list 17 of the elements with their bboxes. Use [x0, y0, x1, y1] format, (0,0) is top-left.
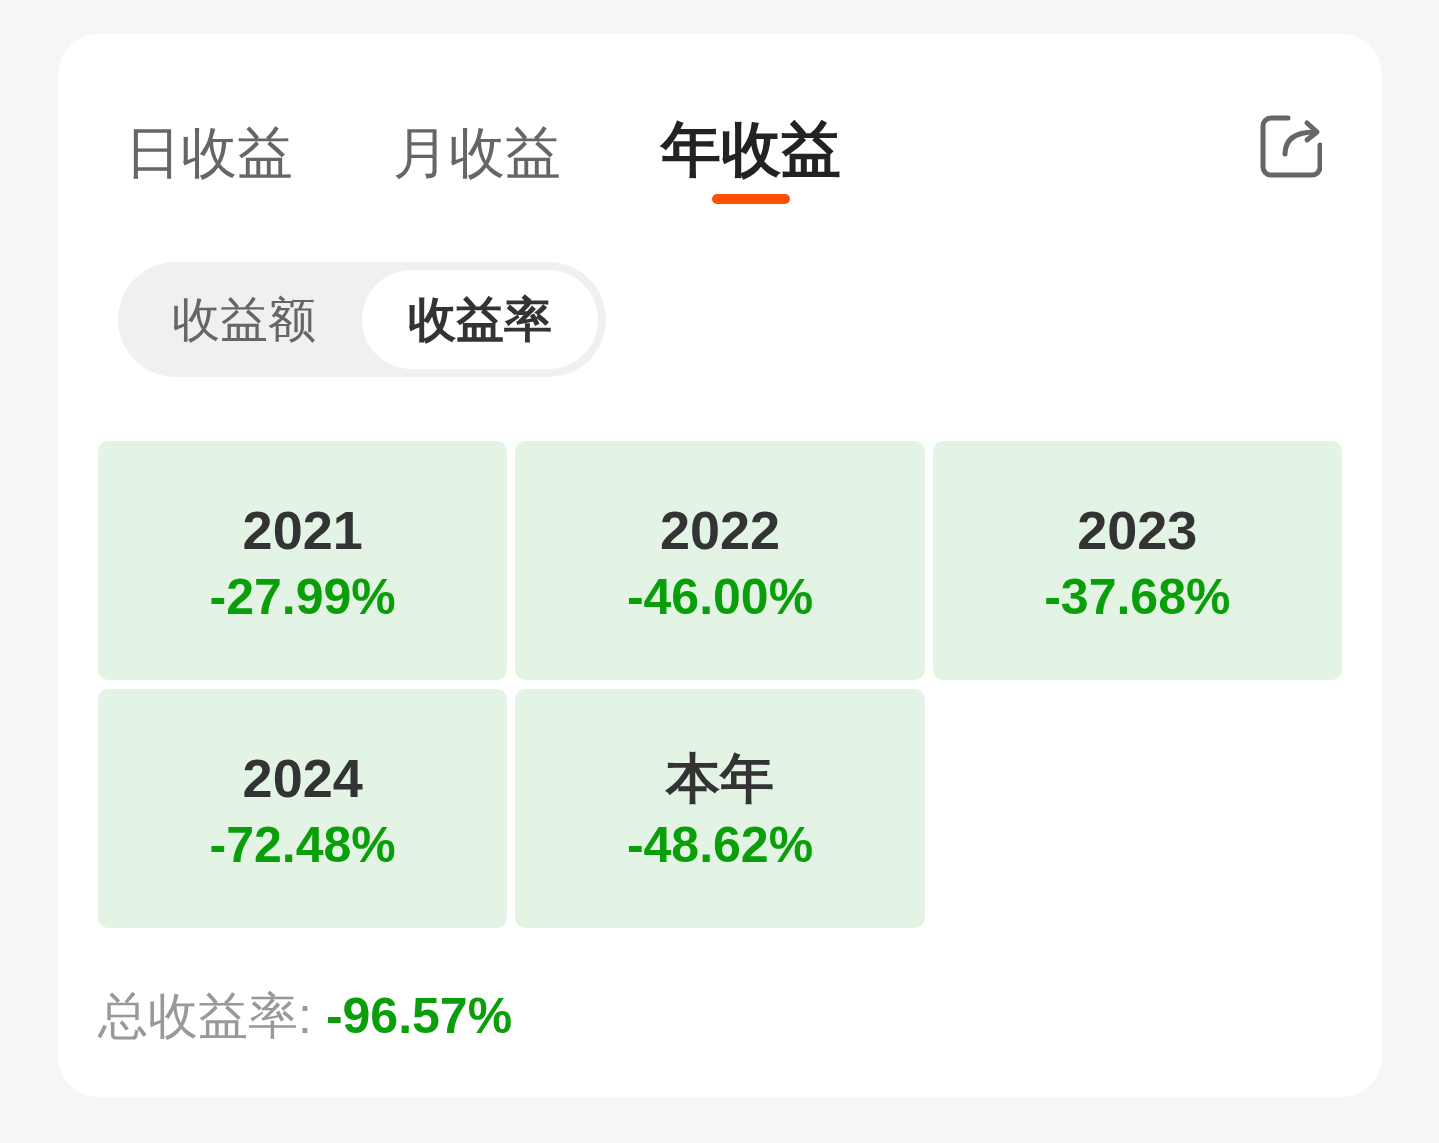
year-label: 本年: [666, 747, 774, 811]
share-icon[interactable]: [1260, 114, 1322, 178]
year-label: 2023: [1077, 499, 1198, 563]
period-tab[interactable]: 月收益: [393, 118, 561, 204]
return-value: -72.48%: [209, 815, 396, 875]
return-value: -48.62%: [626, 815, 814, 875]
year-label: 2022: [659, 499, 781, 563]
return-value: -27.99%: [209, 567, 396, 627]
period-tab[interactable]: 年收益: [661, 114, 841, 204]
year-label: 2021: [242, 499, 363, 563]
year-label: 2024: [242, 747, 363, 811]
segment-option[interactable]: 收益额: [126, 270, 362, 369]
period-tab[interactable]: 日收益: [125, 118, 293, 204]
segment-option[interactable]: 收益率: [362, 270, 598, 369]
total-return: 总收益率: -96.57%: [98, 987, 513, 1046]
return-value: -37.68%: [1044, 567, 1231, 627]
return-value: -46.00%: [626, 567, 814, 627]
